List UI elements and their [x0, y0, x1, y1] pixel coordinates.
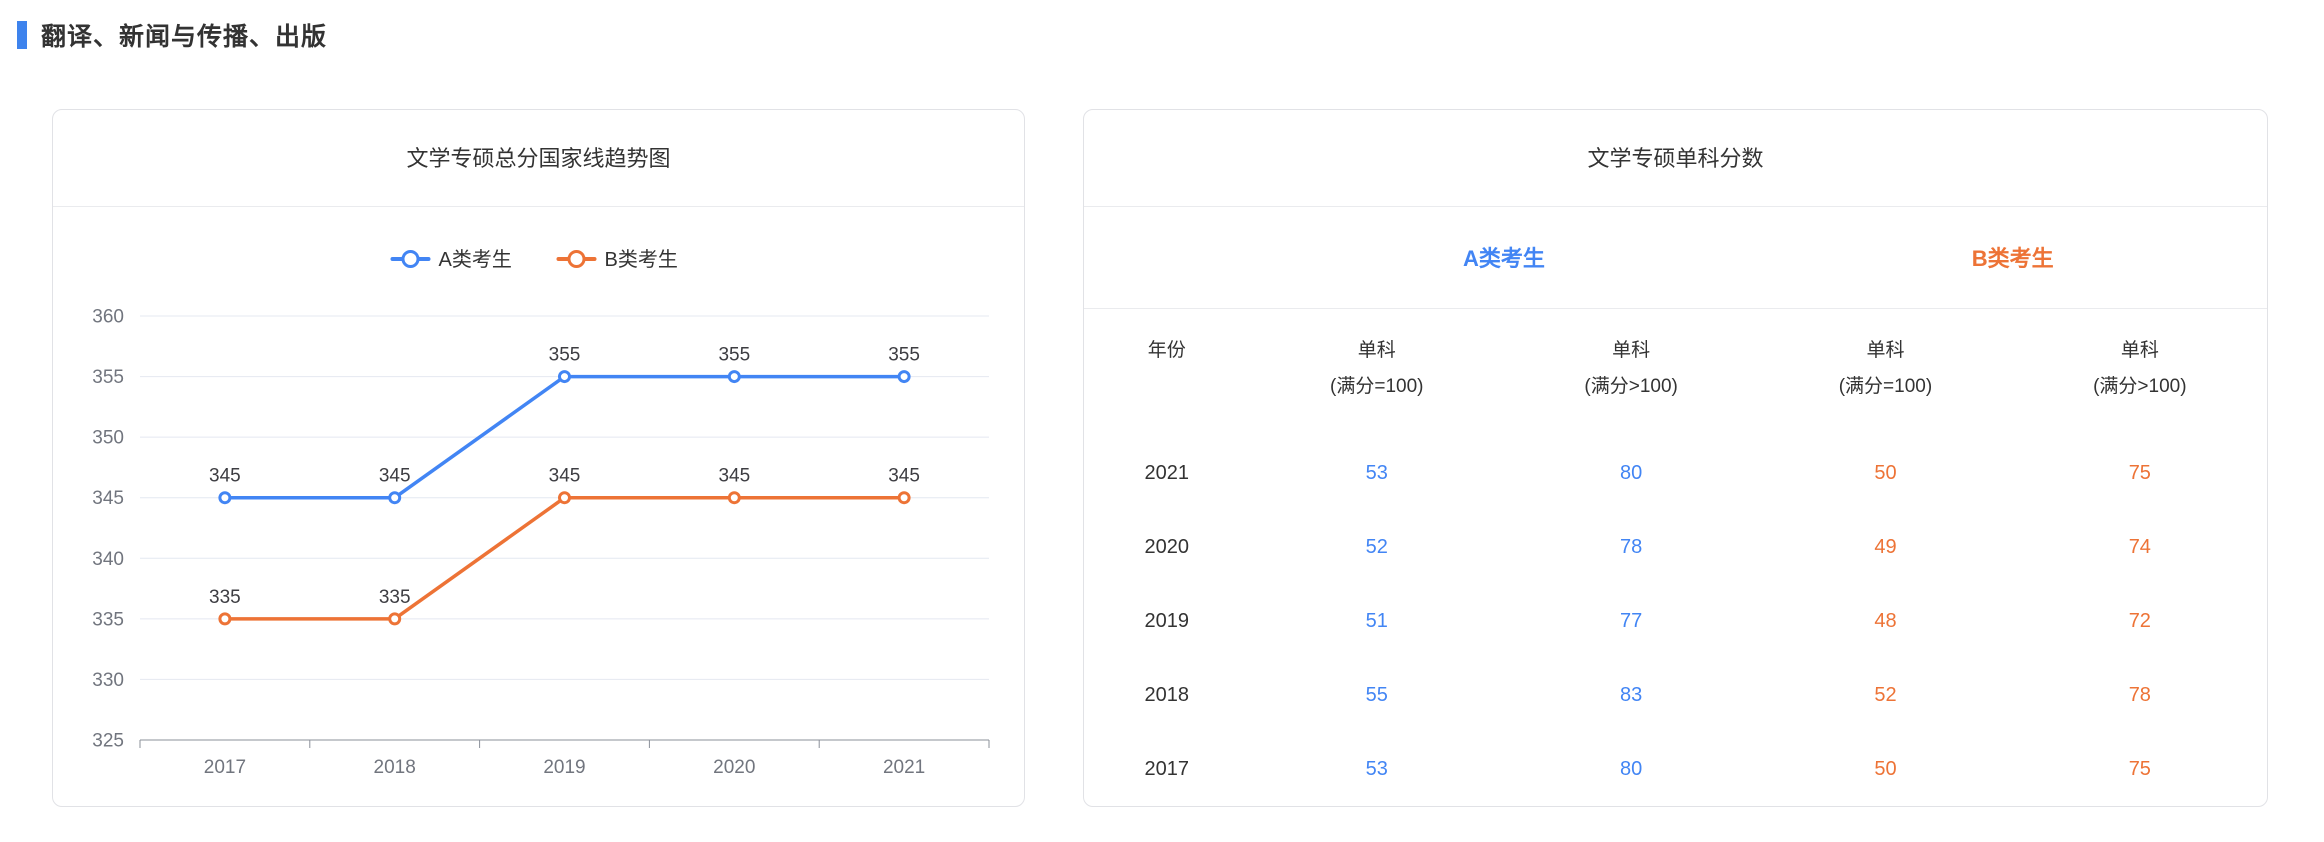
- data-label: 355: [888, 345, 920, 366]
- score-table: A类考生 B类考生 年份 单科 (满分=100) 单科 (满分>100): [1084, 207, 2267, 806]
- trend-chart: 325 330 335 340 345 350 355 360 2017 2018 2019 2020…: [53, 207, 1024, 807]
- score-cell: 53: [1250, 436, 1504, 510]
- chart-body: 325 330 335 340 345 350 355 360 2017 2018 2019 2020…: [53, 207, 1024, 807]
- svg-text:350: 350: [92, 428, 124, 449]
- data-label: 345: [718, 466, 750, 487]
- x-axis: [140, 740, 989, 748]
- legend-item-A类考生[interactable]: A类考生: [393, 248, 512, 271]
- svg-text:2020: 2020: [713, 757, 755, 778]
- series-B类考生: 335 335 345 345 345: [209, 466, 920, 624]
- score-cell: 53: [1250, 732, 1504, 806]
- data-point: [560, 372, 570, 382]
- year-cell: 2018: [1084, 658, 1250, 732]
- chart-card-title: 文学专硕总分国家线趋势图: [53, 110, 1024, 207]
- data-point: [729, 493, 739, 503]
- score-cell: 50: [1758, 732, 2012, 806]
- svg-text:2019: 2019: [543, 757, 585, 778]
- score-cell: 80: [1504, 732, 1758, 806]
- data-label: 345: [209, 466, 241, 487]
- column-header-a100: 单科 (满分=100): [1250, 308, 1504, 436]
- section-accent-bar: [17, 21, 27, 49]
- score-cell: 52: [1758, 658, 2012, 732]
- svg-text:330: 330: [92, 670, 124, 691]
- data-label: 345: [888, 466, 920, 487]
- legend-circle-icon: [403, 252, 418, 267]
- data-label: 335: [209, 587, 241, 608]
- score-cell: 78: [1504, 510, 1758, 584]
- data-label: 355: [549, 345, 581, 366]
- data-point: [899, 493, 909, 503]
- score-cell: 50: [1758, 436, 2012, 510]
- x-axis-labels: 2017 2018 2019 2020 2021: [204, 757, 925, 778]
- data-label: 335: [379, 587, 411, 608]
- svg-text:360: 360: [92, 307, 124, 328]
- year-cell: 2021: [1084, 436, 1250, 510]
- score-cell: 83: [1504, 658, 1758, 732]
- trend-chart-card: 文学专硕总分国家线趋势图 325 330 335 340 345 350 355 360 201…: [52, 109, 1025, 807]
- score-cell: 51: [1250, 584, 1504, 658]
- svg-text:355: 355: [92, 367, 124, 388]
- year-cell: 2019: [1084, 584, 1250, 658]
- table-row: 2017 53 80 50 75: [1084, 732, 2267, 806]
- svg-text:325: 325: [92, 731, 124, 752]
- section-title: 翻译、新闻与传播、出版: [41, 17, 327, 53]
- data-point: [220, 614, 230, 624]
- table-row: 2018 55 83 52 78: [1084, 658, 2267, 732]
- table-row: 2019 51 77 48 72: [1084, 584, 2267, 658]
- score-cell: 80: [1504, 436, 1758, 510]
- section-header: 翻译、新闻与传播、出版: [0, 0, 2324, 49]
- score-cell: 72: [2013, 584, 2267, 658]
- group-header-row: A类考生 B类考生: [1084, 207, 2267, 308]
- score-cell: 77: [1504, 584, 1758, 658]
- data-point: [560, 493, 570, 503]
- svg-text:335: 335: [92, 609, 124, 630]
- column-header-row: 年份 单科 (满分=100) 单科 (满分>100) 单科 (满分=100): [1084, 308, 2267, 436]
- svg-text:2017: 2017: [204, 757, 246, 778]
- svg-text:345: 345: [92, 488, 124, 509]
- score-cell: 74: [2013, 510, 2267, 584]
- score-cell: 75: [2013, 732, 2267, 806]
- table-card-title: 文学专硕单科分数: [1084, 110, 2267, 207]
- column-header-year: 年份: [1084, 308, 1250, 436]
- score-cell: 75: [2013, 436, 2267, 510]
- data-point: [899, 372, 909, 382]
- year-cell: 2020: [1084, 510, 1250, 584]
- column-header-b100p: 单科 (满分>100): [2013, 308, 2267, 436]
- data-point: [390, 493, 400, 503]
- svg-text:340: 340: [92, 549, 124, 570]
- score-cell: 48: [1758, 584, 2012, 658]
- data-point: [390, 614, 400, 624]
- data-point: [220, 493, 230, 503]
- data-point: [729, 372, 739, 382]
- column-header-a100p: 单科 (满分>100): [1504, 308, 1758, 436]
- legend-label: B类考生: [605, 248, 678, 271]
- group-header-b: B类考生: [1758, 207, 2267, 308]
- legend-item-B类考生[interactable]: B类考生: [559, 248, 678, 271]
- legend-circle-icon: [569, 252, 584, 267]
- group-header-spacer: [1084, 207, 1250, 308]
- score-cell: 55: [1250, 658, 1504, 732]
- score-cell: 52: [1250, 510, 1504, 584]
- legend-label: A类考生: [439, 248, 512, 271]
- year-cell: 2017: [1084, 732, 1250, 806]
- table-row: 2021 53 80 50 75: [1084, 436, 2267, 510]
- y-axis-labels: 325 330 335 340 345 350 355 360: [92, 307, 124, 752]
- score-cell: 78: [2013, 658, 2267, 732]
- data-label: 345: [379, 466, 411, 487]
- score-table-card: 文学专硕单科分数 A类考生 B类考生 年份 单科: [1083, 109, 2268, 807]
- svg-text:2021: 2021: [883, 757, 925, 778]
- table-row: 2020 52 78 49 74: [1084, 510, 2267, 584]
- score-cell: 49: [1758, 510, 2012, 584]
- cards-row: 文学专硕总分国家线趋势图 325 330 335 340 345 350 355 360 201…: [52, 109, 2324, 807]
- column-header-b100: 单科 (满分=100): [1758, 308, 2012, 436]
- data-label: 355: [718, 345, 750, 366]
- svg-text:2018: 2018: [374, 757, 416, 778]
- data-label: 345: [549, 466, 581, 487]
- group-header-a: A类考生: [1250, 207, 1759, 308]
